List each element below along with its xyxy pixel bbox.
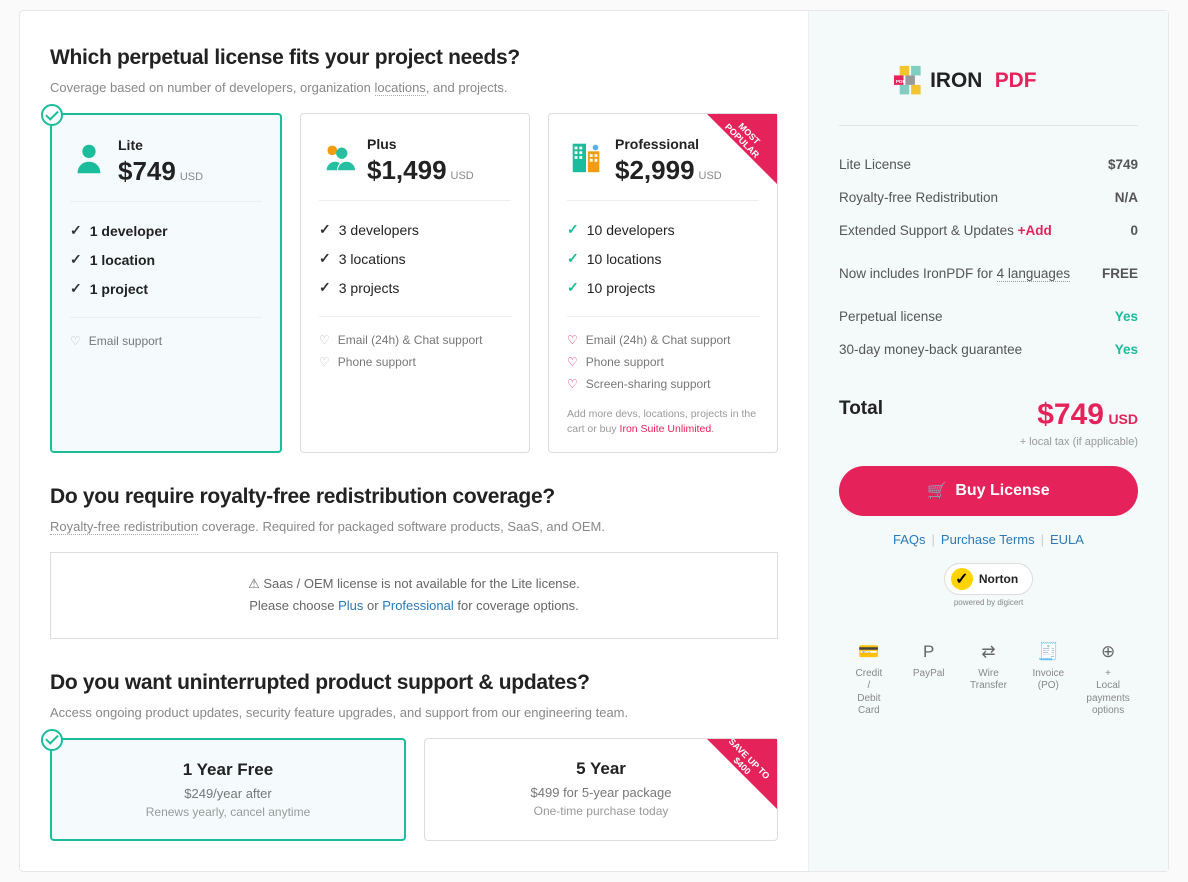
support-heading: Do you want uninterrupted product suppor… <box>50 671 778 695</box>
svg-text:PDF: PDF <box>994 69 1036 92</box>
heart-icon: ♡ <box>319 333 330 347</box>
license-subtitle: Coverage based on number of developers, … <box>50 80 778 95</box>
footer-link[interactable]: FAQs <box>893 532 926 547</box>
total-price: $749 <box>1037 398 1104 431</box>
add-link[interactable]: +Add <box>1018 223 1052 238</box>
professional-link[interactable]: Professional <box>382 598 454 613</box>
most-popular-ribbon: MOST POPULAR <box>707 114 777 184</box>
check-icon: ✓ <box>567 221 579 238</box>
payment-icon: 💳 <box>839 641 899 662</box>
plan-feature: ✓1 location <box>70 245 262 274</box>
payment-option[interactable]: 💳Credit/DebitCard <box>839 641 899 717</box>
plan-icon <box>567 138 605 176</box>
payment-option[interactable]: ⊕+Localpaymentsoptions <box>1078 641 1138 717</box>
support-card[interactable]: 1 Year Free $249/year after Renews yearly,… <box>50 738 406 841</box>
check-icon: ✓ <box>70 280 82 297</box>
support-title: 1 Year Free <box>68 760 388 780</box>
footer-links: FAQs|Purchase Terms|EULA <box>839 532 1138 547</box>
payment-icon: ⇄ <box>959 641 1019 662</box>
check-icon: ✓ <box>70 251 82 268</box>
plus-link[interactable]: Plus <box>338 598 363 613</box>
plan-feature: ✓10 locations <box>567 244 759 273</box>
tax-note: + local tax (if applicable) <box>1020 436 1138 448</box>
check-icon: ✓ <box>70 222 82 239</box>
ironpdf-logo: PDF IRON PDF <box>839 46 1138 126</box>
plan-feature: ✓1 project <box>70 274 262 303</box>
summary-row: Now includes IronPDF for 4 languagesFREE <box>839 257 1138 290</box>
plan-name: Lite <box>118 137 203 153</box>
total-label: Total <box>839 398 883 420</box>
check-icon: ✓ <box>567 250 579 267</box>
plan-card-professional[interactable]: MOST POPULARProfessional$2,999USD✓10 dev… <box>548 113 778 453</box>
buy-license-button[interactable]: 🛒Buy License <box>839 466 1138 516</box>
summary-row: Lite License$749 <box>839 148 1138 181</box>
license-heading: Which perpetual license fits your projec… <box>50 46 778 70</box>
check-icon: ✓ <box>567 279 579 296</box>
selected-check-icon <box>41 729 63 751</box>
plan-support: ♡Phone support <box>567 351 759 373</box>
footer-link[interactable]: EULA <box>1050 532 1084 547</box>
summary-row: Royalty-free RedistributionN/A <box>839 181 1138 214</box>
redistribution-subtitle: Royalty-free redistribution coverage. Re… <box>50 519 778 534</box>
plan-support: ♡Email support <box>70 330 262 352</box>
plan-feature: ✓3 projects <box>319 273 511 302</box>
plan-card-lite[interactable]: Lite$749USD✓1 developer✓1 location✓1 pro… <box>50 113 282 453</box>
payment-option[interactable]: 🧾Invoice(PO) <box>1018 641 1078 717</box>
payment-icon: ⊕ <box>1078 641 1138 662</box>
norton-badge: ✓Norton powered by digicert <box>839 563 1138 607</box>
heart-icon: ♡ <box>319 355 330 369</box>
plan-support: ♡Screen-sharing support <box>567 373 759 395</box>
payment-option[interactable]: PPayPal <box>899 641 959 717</box>
redistribution-heading: Do you require royalty-free redistributi… <box>50 485 778 509</box>
save-ribbon: SAVE UP TO $400 <box>707 739 777 809</box>
plan-name: Professional <box>615 136 722 152</box>
plan-feature: ✓3 developers <box>319 215 511 244</box>
heart-icon: ♡ <box>567 333 578 347</box>
summary-row: Extended Support & Updates +Add0 <box>839 214 1138 247</box>
lite-unavailable-alert: ⚠ Saas / OEM license is not available fo… <box>50 552 778 638</box>
plan-icon <box>319 138 357 176</box>
svg-text:PDF: PDF <box>895 79 905 85</box>
cart-icon: 🛒 <box>927 481 947 501</box>
plan-name: Plus <box>367 136 474 152</box>
plan-icon <box>70 139 108 177</box>
payment-option[interactable]: ⇄WireTransfer <box>959 641 1019 717</box>
svg-text:IRON: IRON <box>930 69 982 92</box>
support-card[interactable]: SAVE UP TO $4005 Year$499 for 5-year pac… <box>424 738 778 841</box>
plan-price: $749 <box>118 156 176 186</box>
check-icon: ✓ <box>319 250 331 267</box>
heart-icon: ♡ <box>567 355 578 369</box>
plan-price: $1,499 <box>367 155 447 185</box>
plan-feature: ✓3 locations <box>319 244 511 273</box>
support-price: $249/year after <box>68 786 388 801</box>
check-icon: ✓ <box>319 221 331 238</box>
plan-feature: ✓1 developer <box>70 216 262 245</box>
plan-feature: ✓10 developers <box>567 215 759 244</box>
plan-note: Add more devs, locations, projects in th… <box>567 407 759 436</box>
plan-card-plus[interactable]: Plus$1,499USD✓3 developers✓3 locations✓3… <box>300 113 530 453</box>
payment-icon: P <box>899 641 959 662</box>
plan-support: ♡Email (24h) & Chat support <box>319 329 511 351</box>
plan-support: ♡Email (24h) & Chat support <box>567 329 759 351</box>
plan-feature: ✓10 projects <box>567 273 759 302</box>
summary-row: 30-day money-back guaranteeYes <box>839 333 1138 366</box>
support-detail: Renews yearly, cancel anytime <box>68 805 388 819</box>
plan-support: ♡Phone support <box>319 351 511 373</box>
support-subtitle: Access ongoing product updates, security… <box>50 705 778 720</box>
heart-icon: ♡ <box>567 377 578 391</box>
selected-check-icon <box>41 104 63 126</box>
footer-link[interactable]: Purchase Terms <box>941 532 1035 547</box>
check-icon: ✓ <box>319 279 331 296</box>
payment-icon: 🧾 <box>1018 641 1078 662</box>
iron-suite-link[interactable]: Iron Suite Unlimited <box>620 423 712 435</box>
summary-row: Perpetual licenseYes <box>839 300 1138 333</box>
plan-price: $2,999 <box>615 155 695 185</box>
heart-icon: ♡ <box>70 334 81 348</box>
